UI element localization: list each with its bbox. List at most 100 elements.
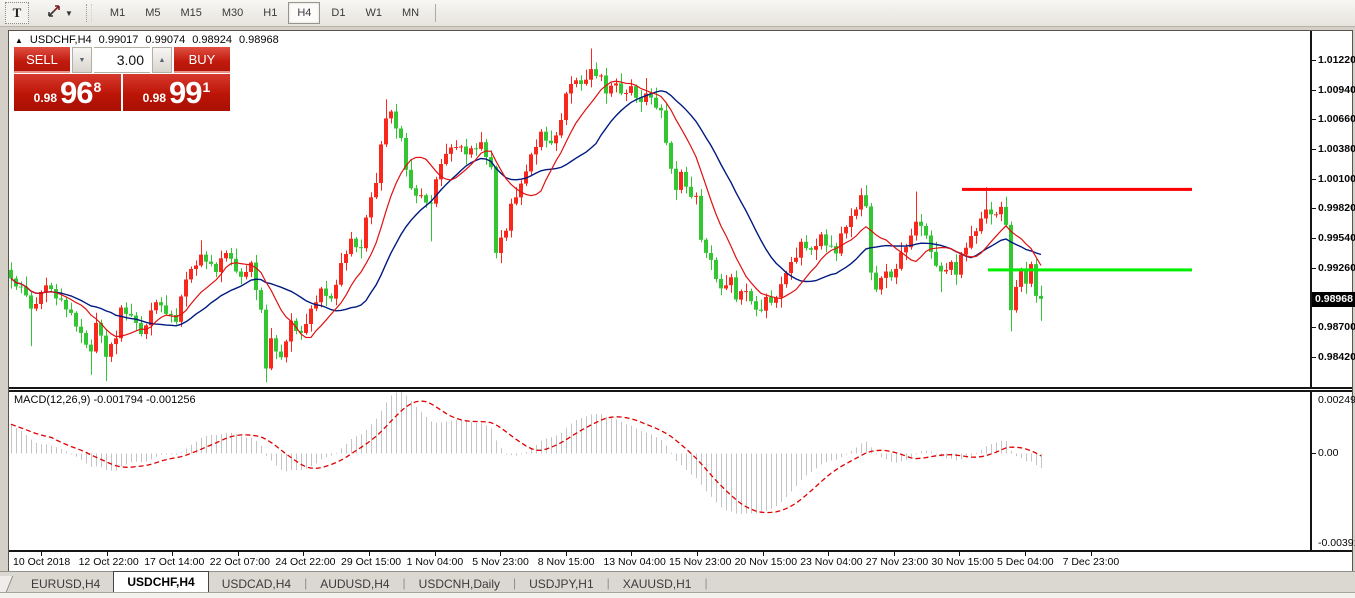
symbol-tab-USDJPY-H1[interactable]: USDJPY,H1 <box>516 575 606 592</box>
macd-axis-label: 0.002492 <box>1318 394 1355 406</box>
timeframe-button-M30[interactable]: M30 <box>213 2 252 24</box>
time-axis-label: 1 Nov 04:00 <box>407 556 464 568</box>
time-axis-label: 12 Oct 22:00 <box>79 556 139 568</box>
volume-input[interactable]: 3.00 <box>94 47 150 73</box>
price-axis-tick <box>1312 208 1316 209</box>
price-axis-label: 1.00940 <box>1318 84 1355 96</box>
time-axis-label: 5 Dec 04:00 <box>997 556 1054 568</box>
time-axis-tick <box>500 552 501 556</box>
time-axis-label: 29 Oct 15:00 <box>341 556 401 568</box>
buy-price-prefix: 0.98 <box>143 91 166 105</box>
time-axis-tick <box>107 552 108 556</box>
timeframe-toolbar: M1M5M15M30H1H4D1W1MN <box>100 0 429 26</box>
time-axis-label: 7 Dec 23:00 <box>1063 556 1120 568</box>
timeframe-button-W1[interactable]: W1 <box>356 2 391 24</box>
price-axis-tick <box>1312 357 1316 358</box>
toolbar-separator <box>435 4 436 22</box>
time-axis-tick <box>172 552 173 556</box>
sell-price-pip: 8 <box>94 79 102 95</box>
macd-axis-label: 0.00 <box>1318 447 1338 459</box>
timeframe-button-D1[interactable]: D1 <box>322 2 354 24</box>
time-axis-label: 22 Oct 07:00 <box>210 556 270 568</box>
price-axis-label: 0.99820 <box>1318 202 1355 214</box>
time-axis[interactable]: 10 Oct 2018 12 Oct 22:00 17 Oct 14:00 22 Oc… <box>9 552 1352 572</box>
volume-increase-button[interactable]: ▲ <box>152 47 172 73</box>
price-axis-label: 0.99260 <box>1318 262 1355 274</box>
symbol-tab-USDCHF-H4[interactable]: USDCHF,H4 <box>113 571 208 592</box>
sell-price-big: 96 <box>60 77 92 108</box>
symbol-tab-USDCNH-Daily[interactable]: USDCNH,Daily <box>406 575 513 592</box>
ohlc-low: 0.98924 <box>192 34 232 46</box>
time-axis-label: 15 Nov 23:00 <box>669 556 731 568</box>
chart-symbol-period: USDCHF,H4 <box>30 34 92 46</box>
time-axis-tick <box>303 552 304 556</box>
time-axis-label: 13 Nov 04:00 <box>603 556 665 568</box>
time-axis-tick <box>369 552 370 556</box>
timeframe-button-M5[interactable]: M5 <box>136 2 169 24</box>
timeframe-button-M15[interactable]: M15 <box>171 2 210 24</box>
timeframe-button-MN[interactable]: MN <box>393 2 428 24</box>
time-axis-label: 17 Oct 14:00 <box>144 556 204 568</box>
price-axis-tick <box>1312 90 1316 91</box>
one-click-trade-panel: SELL ▼ 3.00 ▲ BUY 0.98 96 8 0.98 99 1 <box>13 46 231 112</box>
ohlc-close: 0.98968 <box>239 34 279 46</box>
time-axis-label: 8 Nov 15:00 <box>538 556 595 568</box>
symbol-arrow-icon: ▲ <box>15 36 23 45</box>
time-axis-tick <box>959 552 960 556</box>
timeframe-button-H4[interactable]: H4 <box>288 2 320 24</box>
status-bar <box>0 592 1355 598</box>
resistance-hline[interactable] <box>962 188 1192 191</box>
top-toolbar: T ▼ M1M5M15M30H1H4D1W1MN <box>0 0 1355 27</box>
support-hline[interactable] <box>988 268 1192 271</box>
price-axis-label: 0.99540 <box>1318 232 1355 244</box>
timeframe-button-M1[interactable]: M1 <box>101 2 134 24</box>
time-axis-tick <box>566 552 567 556</box>
chart-window: ▲ USDCHF,H4 0.99017 0.99074 0.98924 0.98… <box>8 30 1353 573</box>
toolbar-grip[interactable] <box>86 4 92 22</box>
time-axis-tick <box>1025 552 1026 556</box>
sell-price-tile[interactable]: 0.98 96 8 <box>14 74 121 111</box>
time-axis-tick <box>435 552 436 556</box>
price-axis-label: 1.00380 <box>1318 143 1355 155</box>
macd-axis-label: -0.003913 <box>1318 537 1355 549</box>
current-price-label: 0.98968 <box>1312 292 1355 307</box>
macd-zero-tick <box>1312 453 1316 454</box>
sell-price-prefix: 0.98 <box>34 91 57 105</box>
sell-button[interactable]: SELL <box>14 47 70 73</box>
time-axis-label: 30 Nov 15:00 <box>931 556 993 568</box>
time-axis-label: 5 Nov 23:00 <box>472 556 529 568</box>
buy-price-tile[interactable]: 0.98 99 1 <box>123 74 230 111</box>
buy-button[interactable]: BUY <box>174 47 230 73</box>
time-axis-label: 24 Oct 22:00 <box>275 556 335 568</box>
buy-price-big: 99 <box>169 77 201 108</box>
chart-title: ▲ USDCHF,H4 0.99017 0.99074 0.98924 0.98… <box>15 34 279 46</box>
text-tool-button[interactable]: T <box>5 2 29 24</box>
tab-separator: | <box>704 576 707 592</box>
price-axis-label: 0.98700 <box>1318 321 1355 333</box>
volume-decrease-button[interactable]: ▼ <box>72 47 92 73</box>
macd-pane[interactable]: MACD(12,26,9) -0.001794 -0.001256 <box>9 392 1310 550</box>
ohlc-open: 0.99017 <box>99 34 139 46</box>
time-axis-label: 20 Nov 15:00 <box>735 556 797 568</box>
timeframe-button-H1[interactable]: H1 <box>254 2 286 24</box>
chevron-down-icon: ▼ <box>65 9 73 18</box>
macd-indicator-label: MACD(12,26,9) -0.001794 -0.001256 <box>14 394 196 406</box>
time-axis-tick <box>238 552 239 556</box>
symbol-tab-AUDUSD-H4[interactable]: AUDUSD,H4 <box>307 575 402 592</box>
chart-tab-bar: EURUSD,H4USDCHF,H4USDCAD,H4|AUDUSD,H4|US… <box>0 571 1355 592</box>
time-axis-tick <box>631 552 632 556</box>
buy-price-pip: 1 <box>203 79 211 95</box>
pane-splitter[interactable] <box>9 387 1352 392</box>
time-axis-tick <box>894 552 895 556</box>
cursor-tool-button[interactable]: ▼ <box>43 3 76 23</box>
price-axis[interactable]: 1.012201.009401.006601.003801.001000.998… <box>1312 31 1352 552</box>
time-axis-label: 27 Nov 23:00 <box>866 556 928 568</box>
symbol-tab-XAUUSD-H1[interactable]: XAUUSD,H1 <box>610 575 705 592</box>
symbol-tab-USDCAD-H4[interactable]: USDCAD,H4 <box>209 575 304 592</box>
price-axis-label: 0.98420 <box>1318 351 1355 363</box>
time-axis-label: 10 Oct 2018 <box>13 556 70 568</box>
price-axis-tick <box>1312 238 1316 239</box>
symbol-tab-EURUSD-H4[interactable]: EURUSD,H4 <box>18 575 113 592</box>
price-pane[interactable]: ▲ USDCHF,H4 0.99017 0.99074 0.98924 0.98… <box>9 31 1310 387</box>
macd-chart <box>9 392 1310 550</box>
